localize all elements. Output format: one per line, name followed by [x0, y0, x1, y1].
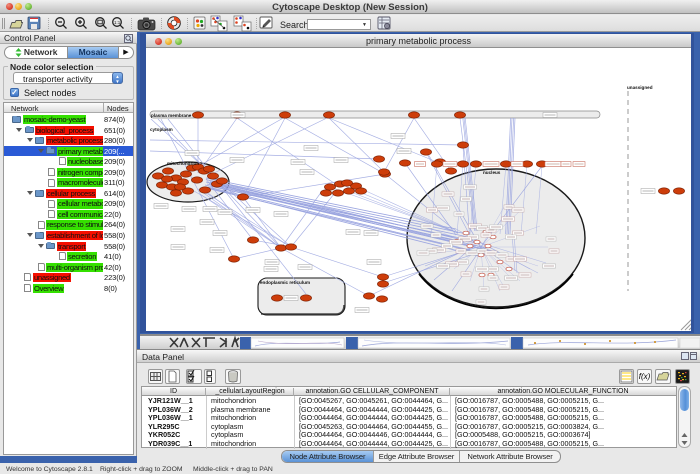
svg-text:nucleus: nucleus: [483, 170, 501, 175]
svg-text:mitochondrion: mitochondrion: [167, 161, 199, 166]
svg-text:plasma membrane: plasma membrane: [151, 113, 192, 118]
svg-text:endoplasmic reticulum: endoplasmic reticulum: [260, 280, 310, 285]
svg-text:cytoplasm: cytoplasm: [150, 127, 173, 132]
svg-text:unassigned: unassigned: [627, 85, 653, 90]
svg-text:1:1: 1:1: [114, 20, 121, 25]
